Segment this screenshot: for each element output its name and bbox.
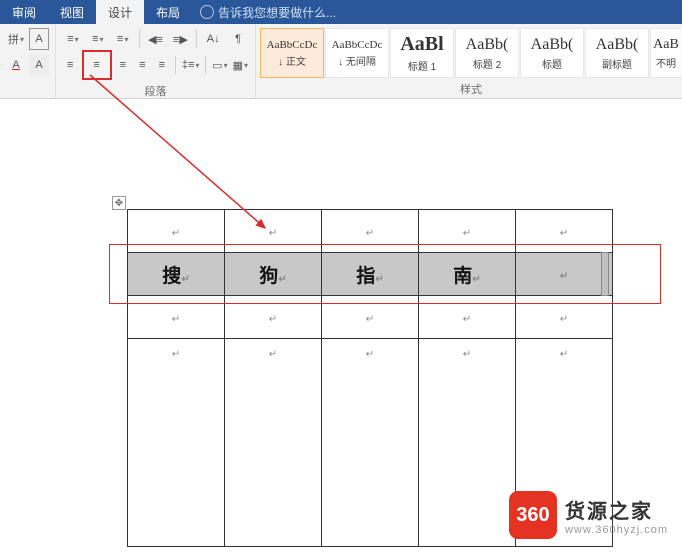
ribbon-group-font-fragment: 拼▾ A A A	[0, 24, 56, 98]
style-heading1[interactable]: AaBl 标题 1	[390, 28, 454, 78]
phonetic-guide-button[interactable]: 拼▾	[6, 28, 26, 50]
decrease-indent-button[interactable]: ◀≡	[145, 28, 167, 50]
justify-button[interactable]: ≡	[134, 54, 151, 76]
ribbon-group-paragraph: ≡▾ ≡▾ ≡▾ ◀≡ ≡▶ A↓ ¶ ≡ ≡ ≡ ≡ ≡ ‡≡▾ ▭▾ ▦▾ …	[56, 24, 256, 98]
center-button-highlight: ≡	[82, 50, 112, 80]
borders-button[interactable]: ▦▾	[232, 54, 249, 76]
tab-layout[interactable]: 布局	[144, 0, 192, 24]
ribbon-group-styles: AaBbCcDc ↓ 正文 AaBbCcDc ↓ 无间隔 AaBl 标题 1 A…	[256, 24, 682, 98]
character-border-button[interactable]: A	[29, 28, 49, 50]
line-spacing-button[interactable]: ‡≡▾	[181, 54, 201, 76]
lightbulb-icon	[200, 5, 214, 19]
style-no-spacing[interactable]: AaBbCcDc ↓ 无间隔	[325, 28, 389, 78]
table-move-handle[interactable]: ✥	[112, 196, 126, 210]
align-left-button[interactable]: ≡	[62, 54, 79, 76]
document-area[interactable]: ✥ ↵ ↵ ↵ ↵ ↵ 搜↵ 狗↵ 指↵ 南↵ ↵ ↵ ↵ ↵ ↵ ↵	[0, 116, 682, 553]
badge-url: www.360hyzj.com	[565, 524, 668, 536]
tab-view[interactable]: 视图	[48, 0, 96, 24]
tab-review[interactable]: 审阅	[0, 0, 48, 24]
row-selection-handle[interactable]	[601, 252, 609, 296]
style-more[interactable]: AaB 不明	[650, 28, 681, 78]
paragraph-mark-icon: ↵	[172, 228, 180, 239]
table-row: ↵ ↵ ↵ ↵ ↵	[128, 296, 613, 339]
paragraph-group-label: 段落	[62, 80, 249, 102]
tell-me-search[interactable]: 告诉我您想要做什么...	[192, 4, 336, 21]
tell-me-text: 告诉我您想要做什么...	[218, 4, 336, 21]
shading-button[interactable]: ▭▾	[211, 54, 228, 76]
multilevel-list-button[interactable]: ≡▾	[112, 28, 134, 50]
numbering-button[interactable]: ≡▾	[87, 28, 109, 50]
align-center-button[interactable]: ≡	[86, 54, 108, 76]
font-color-button[interactable]: A	[6, 54, 26, 76]
styles-group-label: 样式	[260, 78, 682, 100]
table-row: 搜↵ 狗↵ 指↵ 南↵ ↵	[128, 253, 613, 296]
table-row: ↵ ↵ ↵ ↵ ↵	[128, 210, 613, 253]
align-right-button[interactable]: ≡	[115, 54, 132, 76]
ribbon: 拼▾ A A A ≡▾ ≡▾ ≡▾ ◀≡ ≡▶ A↓ ¶ ≡ ≡ ≡ ≡	[0, 24, 682, 99]
style-heading2[interactable]: AaBb( 标题 2	[455, 28, 519, 78]
sort-button[interactable]: A↓	[202, 28, 224, 50]
style-subtitle[interactable]: AaBb( 副标题	[585, 28, 649, 78]
badge-title: 货源之家	[565, 495, 668, 524]
increase-indent-button[interactable]: ≡▶	[169, 28, 191, 50]
badge-logo: 360	[509, 491, 557, 539]
style-title[interactable]: AaBb( 标题	[520, 28, 584, 78]
tab-design[interactable]: 设计	[96, 0, 144, 24]
show-marks-button[interactable]: ¶	[227, 28, 249, 50]
styles-gallery[interactable]: AaBbCcDc ↓ 正文 AaBbCcDc ↓ 无间隔 AaBl 标题 1 A…	[260, 28, 682, 78]
style-normal[interactable]: AaBbCcDc ↓ 正文	[260, 28, 324, 78]
distributed-button[interactable]: ≡	[154, 54, 171, 76]
bullets-button[interactable]: ≡▾	[62, 28, 84, 50]
title-tab-bar: 审阅 视图 设计 布局 告诉我您想要做什么...	[0, 0, 682, 24]
watermark-badge: 360 货源之家 www.360hyzj.com	[509, 491, 668, 539]
char-shading-button[interactable]: A	[29, 54, 49, 76]
